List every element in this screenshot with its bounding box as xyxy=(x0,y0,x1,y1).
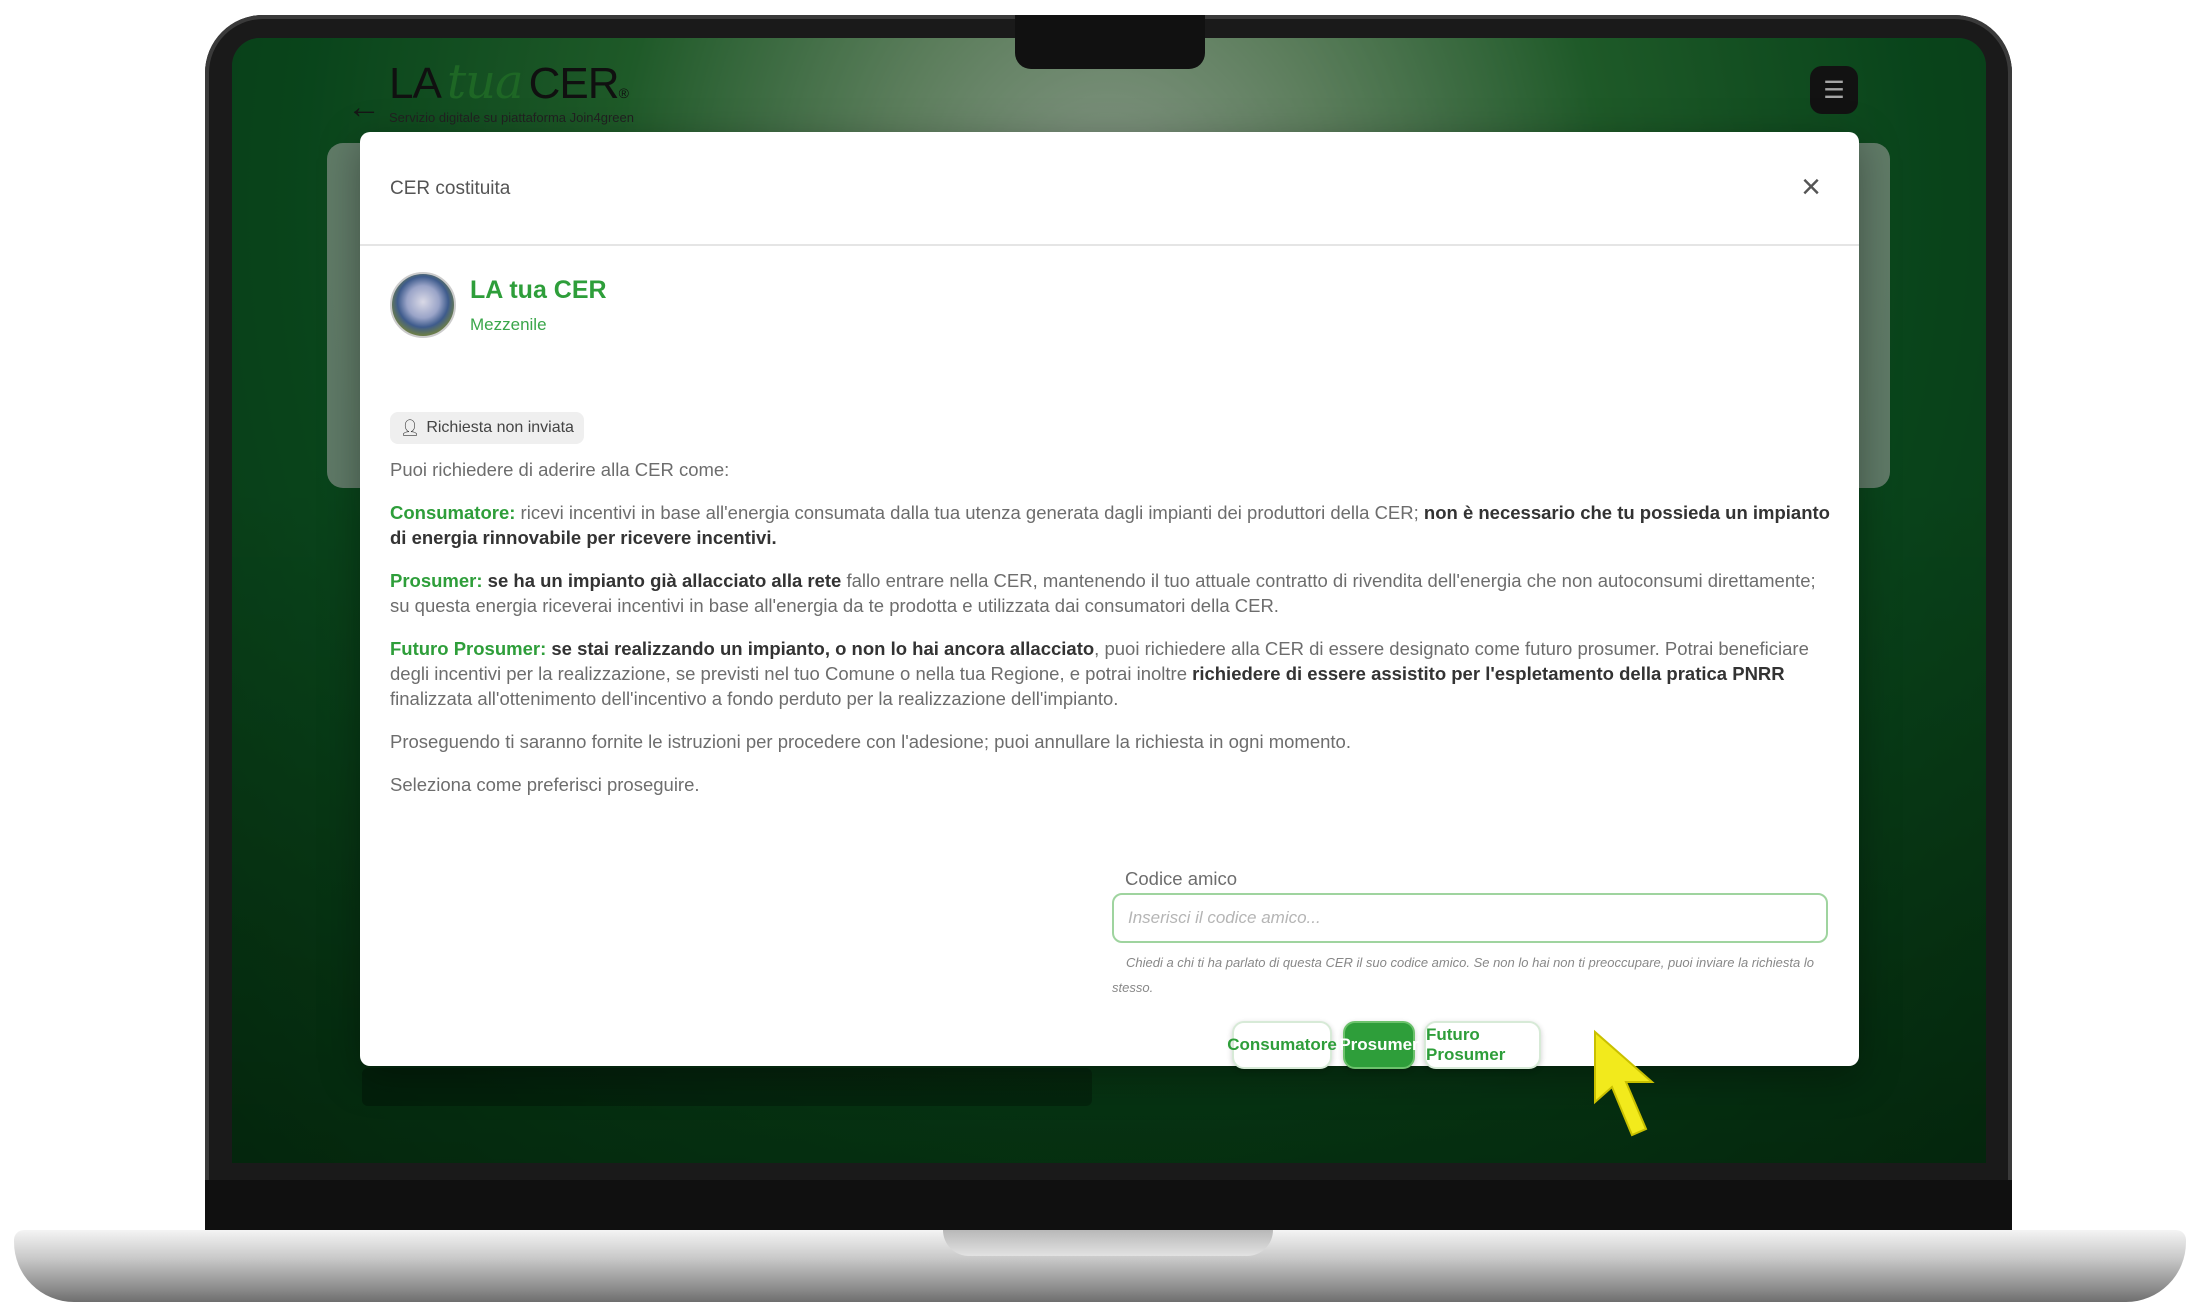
intro-text: Puoi richiedere di aderire alla CER come… xyxy=(390,459,730,480)
futuro-text-2: finalizzata all'ottenimento dell'incenti… xyxy=(390,688,1119,709)
futuro-bold-1: se stai realizzando un impianto, o non l… xyxy=(546,638,1095,659)
futuro-prosumer-term: Futuro Prosumer: xyxy=(390,638,547,659)
screen: ← LA tua CER ® Servizio digitale su piat… xyxy=(232,38,1986,1163)
proseguendo-text: Proseguendo ti saranno fornite le istruz… xyxy=(390,731,1351,752)
close-icon[interactable]: × xyxy=(1801,168,1821,207)
codice-amico-label: Codice amico xyxy=(1125,868,1238,889)
consumatore-button[interactable]: Consumatore xyxy=(1227,1021,1337,1069)
cer-place: Mezzenile xyxy=(470,314,547,334)
consumatore-term: Consumatore: xyxy=(390,502,516,523)
prosumer-button[interactable]: Prosumer xyxy=(1339,1021,1419,1069)
prosumer-paragraph: Prosumer: se ha un impianto già allaccia… xyxy=(390,568,1830,618)
cer-name: LA tua CER xyxy=(470,275,607,304)
seleziona-text: Seleziona come preferisci proseguire. xyxy=(390,774,700,795)
cursor-arrow-icon xyxy=(1594,1029,1655,1137)
codice-amico-input[interactable] xyxy=(1112,893,1828,943)
futuro-prosumer-paragraph: Futuro Prosumer: se stai realizzando un … xyxy=(390,636,1830,711)
prosumer-bold: se ha un impianto già allacciato alla re… xyxy=(482,570,842,591)
modal-header: CER costituita × xyxy=(360,132,1859,246)
laptop-opening-notch xyxy=(943,1230,1273,1256)
consumatore-paragraph: Consumatore: ricevi incentivi in base al… xyxy=(390,500,1830,550)
prosumer-term: Prosumer: xyxy=(390,570,483,591)
futuro-bold-2: richiedere di essere assistito per l'esp… xyxy=(1192,663,1785,684)
cer-identity: LA tua CER Mezzenile xyxy=(390,272,607,338)
camera-notch xyxy=(1015,15,1205,69)
laptop-chin xyxy=(205,1180,2012,1232)
status-badge-label: Richiesta non inviata xyxy=(426,419,574,436)
codice-amico-help: Chiedi a chi ti ha parlato di questa CER… xyxy=(1112,955,1814,995)
modal-title: CER costituita xyxy=(390,178,511,199)
futuro-prosumer-button[interactable]: Futuro Prosumer xyxy=(1424,1021,1541,1069)
status-badge: 👤︎ Richiesta non inviata xyxy=(390,412,584,444)
user-add-icon: 👤︎ xyxy=(400,420,421,437)
municipal-crest-icon xyxy=(390,272,456,338)
cer-modal: CER costituita × LA tua CER Mezzenile 👤︎… xyxy=(360,132,1859,1069)
modal-body: Puoi richiedere di aderire alla CER come… xyxy=(390,457,1830,815)
consumatore-text: ricevi incentivi in base all'energia con… xyxy=(515,502,1424,523)
